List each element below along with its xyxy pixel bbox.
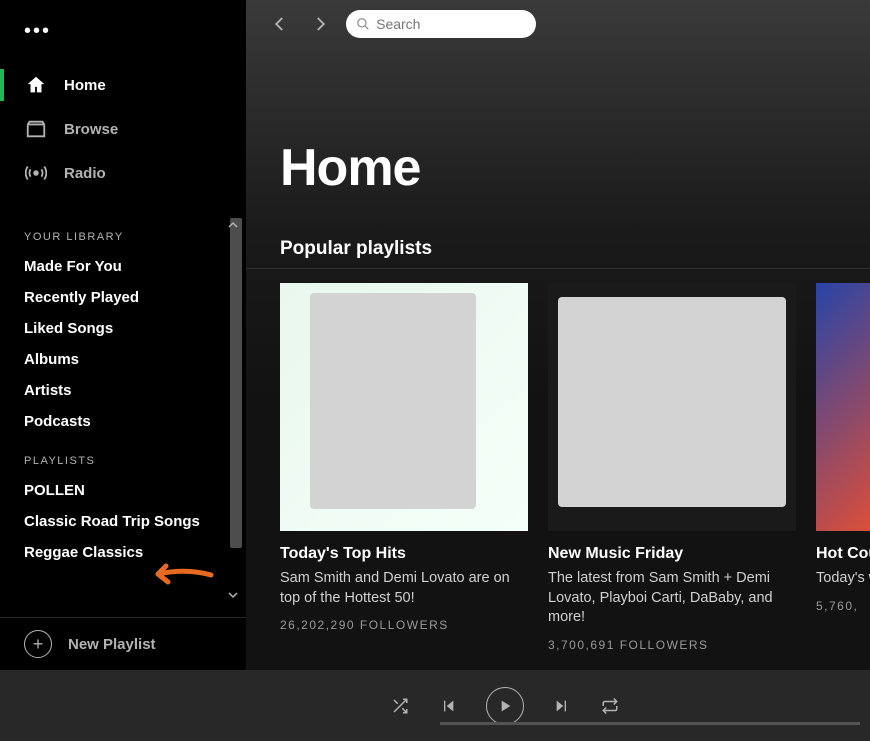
- player-bar: [0, 670, 870, 741]
- chevron-up-icon[interactable]: [228, 220, 238, 230]
- playlist-card[interactable]: New Music Friday The latest from Sam Smi…: [548, 283, 796, 652]
- playlist-name: New Music Friday: [548, 545, 796, 563]
- plus-icon: +: [24, 630, 52, 658]
- library-recently-played[interactable]: Recently Played: [0, 282, 246, 313]
- library-podcasts[interactable]: Podcasts: [0, 406, 246, 437]
- playlist-cover: [280, 283, 528, 531]
- playlist-classic-road-trip[interactable]: Classic Road Trip Songs: [0, 506, 246, 537]
- browse-icon: [24, 117, 48, 141]
- play-button[interactable]: [486, 687, 524, 725]
- playlist-cover: [548, 283, 796, 531]
- playlist-followers: 5,760,: [816, 599, 870, 613]
- back-button[interactable]: [266, 10, 294, 38]
- library-made-for-you[interactable]: Made For You: [0, 251, 246, 282]
- nav-radio[interactable]: Radio: [0, 151, 246, 195]
- repeat-button[interactable]: [600, 696, 620, 716]
- nav-main: Home Browse Radio: [0, 53, 246, 213]
- chevron-down-icon[interactable]: [228, 590, 238, 600]
- new-playlist-label: New Playlist: [68, 636, 156, 653]
- nav-home[interactable]: Home: [0, 63, 246, 107]
- search-icon: [356, 16, 370, 32]
- player-controls: [390, 687, 620, 725]
- next-button[interactable]: [552, 696, 572, 716]
- progress-bar[interactable]: [440, 722, 860, 725]
- playlist-followers: 26,202,290 FOLLOWERS: [280, 618, 528, 632]
- sidebar-scrollbar[interactable]: [230, 218, 242, 588]
- playlist-name: Today's Top Hits: [280, 545, 528, 563]
- main-content: Home Popular playlists Today's Top Hits …: [246, 0, 870, 670]
- search-field[interactable]: [346, 10, 536, 38]
- playlist-cards: Today's Top Hits Sam Smith and Demi Lova…: [246, 283, 870, 652]
- nav-home-label: Home: [64, 77, 106, 94]
- library-section-label: YOUR LIBRARY: [0, 213, 246, 251]
- playlist-description: Today's week, w Georgia: [816, 569, 870, 589]
- sidebar: ••• Home Browse Radio YOUR LIBRARY Made …: [0, 0, 246, 670]
- playlist-card[interactable]: Hot Country Today's week, w Georgia 5,76…: [816, 283, 870, 652]
- playlist-name: Hot Country: [816, 545, 870, 563]
- section-title: Popular playlists: [246, 228, 870, 269]
- playlist-cover: [816, 283, 870, 531]
- sidebar-scrollbar-thumb[interactable]: [230, 218, 242, 548]
- page-title: Home: [246, 48, 870, 228]
- playlist-description: The latest from Sam Smith + Demi Lovato,…: [548, 569, 796, 628]
- home-icon: [24, 73, 48, 97]
- new-playlist-button[interactable]: + New Playlist: [0, 617, 246, 670]
- playlist-pollen[interactable]: POLLEN: [0, 475, 246, 506]
- library-artists[interactable]: Artists: [0, 375, 246, 406]
- library-albums[interactable]: Albums: [0, 344, 246, 375]
- window-menu-dots[interactable]: •••: [0, 0, 246, 53]
- playlist-description: Sam Smith and Demi Lovato are on top of …: [280, 569, 528, 608]
- playlists-section-label: PLAYLISTS: [0, 437, 246, 475]
- topbar: [246, 0, 870, 48]
- playlist-followers: 3,700,691 FOLLOWERS: [548, 638, 796, 652]
- shuffle-button[interactable]: [390, 696, 410, 716]
- forward-button[interactable]: [306, 10, 334, 38]
- nav-browse-label: Browse: [64, 121, 118, 138]
- nav-browse[interactable]: Browse: [0, 107, 246, 151]
- playlist-reggae-classics[interactable]: Reggae Classics: [0, 537, 246, 568]
- search-input[interactable]: [376, 16, 526, 32]
- previous-button[interactable]: [438, 696, 458, 716]
- playlist-card[interactable]: Today's Top Hits Sam Smith and Demi Lova…: [280, 283, 528, 652]
- library-liked-songs[interactable]: Liked Songs: [0, 313, 246, 344]
- nav-radio-label: Radio: [64, 165, 106, 182]
- radio-icon: [24, 161, 48, 185]
